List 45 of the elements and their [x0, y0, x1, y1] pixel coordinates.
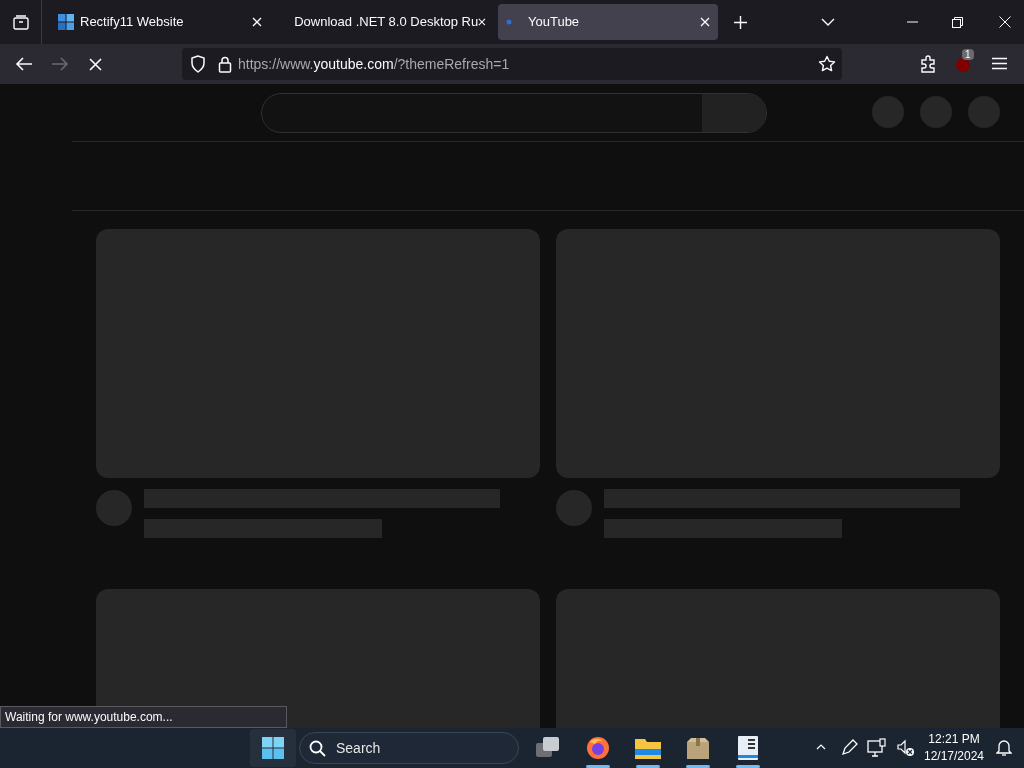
- browser-tab[interactable]: Download .NET 8.0 Desktop Ru: [274, 4, 494, 40]
- forward-icon[interactable]: [51, 56, 69, 72]
- clock-date[interactable]: 12/17/2024: [923, 748, 985, 765]
- clock-time[interactable]: 12:21 PM: [928, 731, 980, 748]
- chevron-up-icon[interactable]: [816, 744, 826, 750]
- tab-list-icon[interactable]: [12, 14, 29, 30]
- url-text: https://www.youtube.com/?themeRefresh=1: [238, 54, 510, 74]
- close-icon[interactable]: [999, 16, 1011, 28]
- search-icon: [309, 740, 326, 757]
- folder-icon[interactable]: [635, 737, 661, 759]
- firefox-icon[interactable]: [586, 736, 610, 760]
- close-tab-icon[interactable]: [252, 17, 262, 27]
- running-indicator: [686, 765, 710, 768]
- document-icon[interactable]: [738, 736, 758, 760]
- close-tab-icon[interactable]: [700, 17, 710, 27]
- close-icon[interactable]: [89, 58, 102, 71]
- menu-icon[interactable]: [992, 57, 1007, 70]
- network-icon[interactable]: [867, 738, 887, 758]
- browser-tab[interactable]: YouTube: [498, 4, 718, 40]
- browser-tab[interactable]: Rectify11 Website: [50, 4, 270, 40]
- loading-icon: [506, 19, 512, 25]
- new-tab-icon[interactable]: [734, 15, 747, 29]
- running-indicator: [636, 765, 660, 768]
- address-bar[interactable]: https://www.youtube.com/?themeRefresh=1: [182, 48, 842, 80]
- chevron-down-icon[interactable]: [821, 18, 835, 26]
- search-field[interactable]: Search: [299, 732, 519, 764]
- restore-icon[interactable]: [952, 16, 963, 28]
- shield-icon: [190, 55, 206, 73]
- package-icon[interactable]: [686, 737, 710, 759]
- extensions-icon[interactable]: [920, 55, 937, 73]
- bookmark-star-icon[interactable]: [818, 55, 836, 73]
- notification-bell-icon[interactable]: [996, 739, 1012, 757]
- status-text: Waiting for www.youtube.com...: [0, 706, 287, 728]
- close-tab-icon[interactable]: [478, 17, 486, 27]
- windows-logo-icon: [58, 14, 74, 30]
- task-view-icon[interactable]: [536, 737, 560, 759]
- windows-logo-icon: [262, 737, 284, 759]
- extension-badge: 1: [962, 49, 974, 60]
- lock-icon: [218, 55, 232, 73]
- running-indicator: [586, 765, 610, 768]
- pen-icon[interactable]: [840, 739, 858, 757]
- speaker-muted-icon[interactable]: [897, 739, 915, 757]
- running-indicator: [736, 765, 760, 768]
- start-button[interactable]: [250, 729, 296, 767]
- back-icon[interactable]: [15, 56, 33, 72]
